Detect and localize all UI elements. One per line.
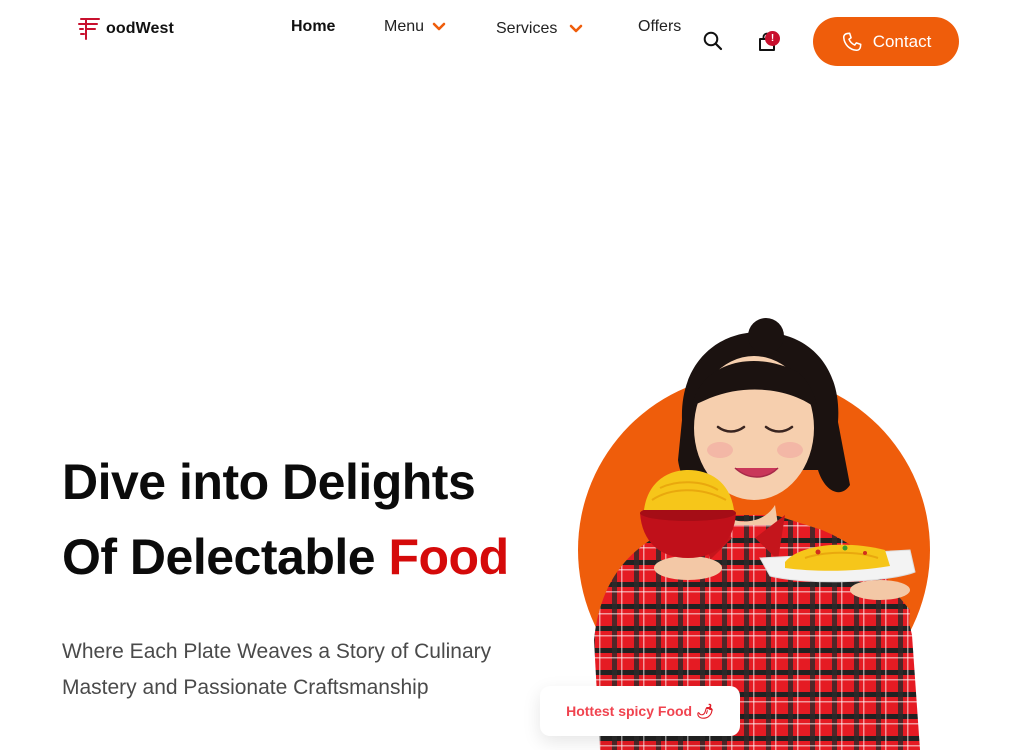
nav-services-label: Services <box>496 20 558 37</box>
nav-home-label: Home <box>291 18 336 35</box>
hero-title-accent: Food <box>388 529 509 585</box>
contact-button[interactable]: Contact <box>813 17 959 66</box>
nav-offers-label: Offers <box>638 18 682 35</box>
contact-label: Contact <box>872 31 932 51</box>
nav-home[interactable]: Home <box>291 18 335 36</box>
search-icon[interactable] <box>702 30 724 52</box>
cart-badge: ! <box>765 31 780 46</box>
nav-services[interactable]: Services <box>496 20 583 38</box>
hero-subtitle: Where Each Plate Weaves a Story of Culin… <box>62 640 492 699</box>
hottest-food-badge: Hottest spicy Food 🌶 <box>540 686 740 736</box>
badge-label: Hottest spicy Food <box>566 703 693 719</box>
nav-offers[interactable]: Offers <box>638 18 681 36</box>
nav-menu[interactable]: Menu <box>384 18 446 36</box>
hero-image <box>578 318 930 750</box>
chili-pepper-icon: 🌶 <box>696 702 714 719</box>
hero-title-line1: Dive into Delights <box>62 454 476 510</box>
chevron-down-icon <box>432 22 446 31</box>
logo[interactable]: oodWest <box>77 16 174 42</box>
hero-title-line2: Of Delectable <box>62 529 389 585</box>
chevron-down-icon <box>570 24 583 33</box>
brand-name: oodWest <box>106 20 174 37</box>
hero-title: Dive into Delights Of Delectable Food <box>62 445 509 595</box>
logo-mark-icon <box>78 18 100 40</box>
nav-menu-label: Menu <box>384 18 425 35</box>
phone-icon <box>842 32 862 51</box>
